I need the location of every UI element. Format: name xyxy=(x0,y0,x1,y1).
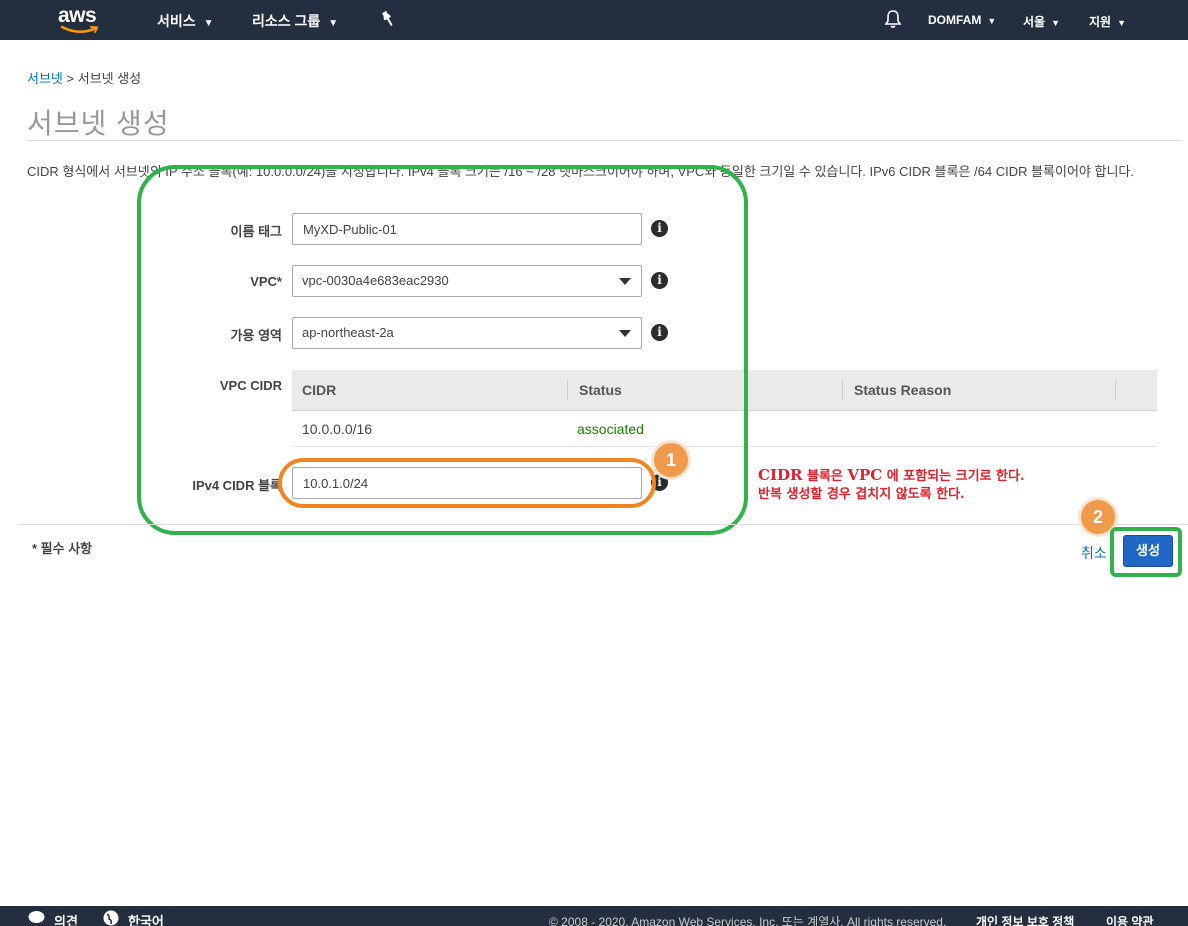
chevron-down-icon: ▼ xyxy=(987,16,997,26)
feedback-link[interactable]: 의견 xyxy=(54,911,78,926)
chevron-down-icon: ▼ xyxy=(203,18,214,29)
breadcrumb-subnets-link[interactable]: 서브넷 xyxy=(27,71,63,86)
title-divider xyxy=(27,140,1182,141)
top-navigation-bar: aws 서비스 ▼ 리소스 그룹 ▼ DOMFAM ▼ 서울 ▼ 지원 ▼ xyxy=(0,0,1188,40)
resource-groups-menu[interactable]: 리소스 그룹 ▼ xyxy=(252,11,338,31)
create-button[interactable]: 생성 xyxy=(1123,535,1173,567)
copyright-text: © 2008 - 2020, Amazon Web Services, Inc.… xyxy=(549,915,947,926)
annotation-line-1: CIDR 블록은 VPC 에 포함되는 크기로 한다. xyxy=(758,466,1025,484)
chevron-down-icon: ▼ xyxy=(1051,18,1061,28)
annotation-note: CIDR 블록은 VPC 에 포함되는 크기로 한다. 반복 생성할 경우 겹치… xyxy=(758,466,1024,504)
region-menu[interactable]: 서울 ▼ xyxy=(1023,13,1060,30)
column-divider xyxy=(842,380,843,400)
breadcrumb-current: 서브넷 생성 xyxy=(77,71,142,86)
resource-groups-label: 리소스 그룹 xyxy=(252,13,321,29)
privacy-policy-link[interactable]: 개인 정보 보호 정책 xyxy=(976,913,1074,926)
support-menu[interactable]: 지원 ▼ xyxy=(1089,13,1126,30)
support-label: 지원 xyxy=(1089,15,1112,29)
page-title: 서브넷 생성 xyxy=(27,108,170,139)
aws-smile-icon xyxy=(60,25,99,33)
annotation-line-2: 반복 생성할 경우 겹치지 않도록 한다. xyxy=(758,487,965,502)
breadcrumb-separator: > xyxy=(66,71,75,86)
services-menu-label: 서비스 xyxy=(157,13,196,29)
bottom-bar: 의견 한국어 © 2008 - 2020, Amazon Web Service… xyxy=(0,906,1188,926)
services-menu[interactable]: 서비스 ▼ xyxy=(157,11,214,31)
region-label: 서울 xyxy=(1023,15,1046,29)
pin-icon[interactable] xyxy=(380,10,396,28)
language-selector[interactable]: 한국어 xyxy=(128,911,164,926)
required-note: * 필수 사항 xyxy=(32,541,93,556)
breadcrumb: 서브넷 > 서브넷 생성 xyxy=(27,68,141,87)
ipv4-highlight-ellipse xyxy=(278,458,656,508)
feedback-icon xyxy=(28,911,45,923)
globe-icon xyxy=(103,910,119,926)
aws-logo[interactable]: aws xyxy=(58,4,104,36)
notifications-bell-icon[interactable] xyxy=(884,9,902,29)
chevron-down-icon: ▼ xyxy=(1117,18,1127,28)
column-header-status-reason: Status Reason xyxy=(854,382,952,398)
terms-link[interactable]: 이용 약관 xyxy=(1106,913,1154,926)
column-divider xyxy=(1115,380,1116,400)
step-badge-1: 1 xyxy=(654,443,688,477)
chevron-down-icon: ▼ xyxy=(328,18,339,29)
account-menu[interactable]: DOMFAM ▼ xyxy=(928,13,996,27)
account-label: DOMFAM xyxy=(928,13,982,27)
footer-divider xyxy=(18,524,1188,525)
cancel-button[interactable]: 취소 xyxy=(1081,543,1107,563)
